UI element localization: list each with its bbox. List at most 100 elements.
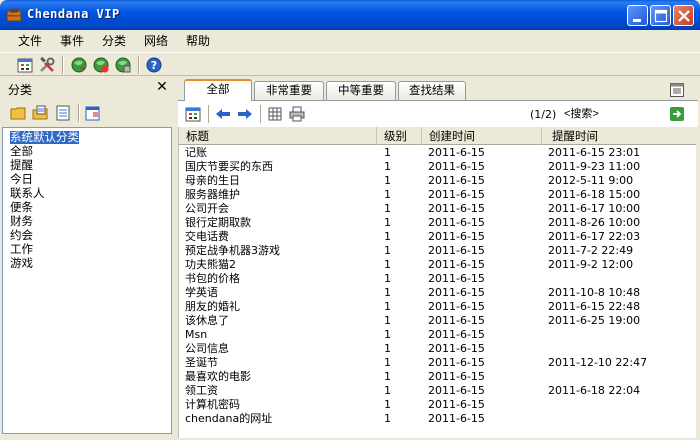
cell-level: 1 [384, 188, 391, 201]
category-item[interactable]: 便条 [10, 201, 33, 214]
table-row[interactable]: 该休息了 1 2011-6-15 2011-6-25 19:00 [179, 314, 696, 328]
cell-created: 2011-6-15 [428, 160, 485, 173]
cell-title: 交电话费 [185, 230, 229, 243]
cell-created: 2011-6-15 [428, 146, 485, 159]
close-icon[interactable]: ✕ [154, 79, 170, 95]
column-header-level[interactable]: 级别 [377, 127, 422, 145]
menu-network[interactable]: 网络 [142, 32, 170, 49]
menu-file[interactable]: 文件 [16, 32, 44, 49]
cell-title: 该休息了 [185, 314, 229, 327]
category-item[interactable]: 约会 [10, 229, 33, 242]
edit-folder-icon[interactable] [32, 104, 50, 122]
cell-remind: 2011-6-17 10:00 [548, 202, 641, 215]
category-list[interactable]: 系统默认分类 全部 提醒 今日 联系人 便条 财务 约会 工作 游戏 [2, 127, 172, 434]
column-header-title[interactable]: 标题 [179, 127, 377, 145]
calendar-icon[interactable] [184, 105, 202, 123]
cell-title: 服务器维护 [185, 188, 240, 201]
table-row[interactable]: Msn 1 2011-6-15 [179, 328, 696, 342]
arrow-left-icon[interactable] [214, 105, 232, 123]
toolbar-separator [260, 105, 262, 123]
tab-all[interactable]: 全部 [184, 79, 252, 101]
category-item[interactable]: 今日 [10, 173, 33, 186]
table-row[interactable]: 记账 1 2011-6-15 2011-6-15 23:01 [179, 146, 696, 160]
panel-layout-icon[interactable] [670, 83, 684, 97]
table-row[interactable]: 预定战争机器3游戏 1 2011-6-15 2011-7-2 22:49 [179, 244, 696, 258]
table-row[interactable]: 服务器维护 1 2011-6-15 2011-6-18 15:00 [179, 188, 696, 202]
cell-title: Msn [185, 328, 208, 341]
globe-icon-2[interactable] [92, 56, 110, 74]
cell-title: 最喜欢的电影 [185, 370, 251, 383]
cell-remind: 2011-6-25 19:00 [548, 314, 641, 327]
table-row[interactable]: 学英语 1 2011-6-15 2011-10-8 10:48 [179, 286, 696, 300]
table-row[interactable]: 国庆节要买的东西 1 2011-6-15 2011-9-23 11:00 [179, 160, 696, 174]
table-row[interactable]: 圣诞节 1 2011-6-15 2011-12-10 22:47 [179, 356, 696, 370]
cell-level: 1 [384, 342, 391, 355]
cell-created: 2011-6-15 [428, 216, 485, 229]
tools-icon[interactable] [38, 56, 56, 74]
cell-level: 1 [384, 398, 391, 411]
arrow-right-icon[interactable] [236, 105, 254, 123]
category-item[interactable]: 提醒 [10, 159, 33, 172]
category-item[interactable]: 联系人 [10, 187, 45, 200]
tab-very-important[interactable]: 非常重要 [254, 81, 324, 100]
table-row[interactable]: 交电话费 1 2011-6-15 2011-6-17 22:03 [179, 230, 696, 244]
toolbar-separator [62, 56, 64, 74]
cell-remind: 2011-6-18 22:04 [548, 384, 641, 397]
category-toolbar [0, 101, 174, 125]
cell-title: 圣诞节 [185, 356, 218, 369]
grid-view-icon[interactable] [266, 105, 284, 123]
column-header-remind[interactable]: 提醒时间 [542, 127, 696, 145]
category-item[interactable]: 游戏 [10, 257, 33, 270]
search-input[interactable] [561, 105, 661, 123]
cell-level: 1 [384, 412, 391, 425]
cell-title: 母亲的生日 [185, 174, 240, 187]
menu-help[interactable]: 帮助 [184, 32, 212, 49]
table-row[interactable]: 母亲的生日 1 2011-6-15 2012-5-11 9:00 [179, 174, 696, 188]
cell-title: 计算机密码 [185, 398, 240, 411]
properties-icon[interactable] [84, 104, 102, 122]
cell-remind: 2011-6-15 22:48 [548, 300, 641, 313]
cell-level: 1 [384, 272, 391, 285]
document-icon[interactable] [54, 104, 72, 122]
title-bar[interactable]: Chendana VIP [0, 0, 700, 30]
table-row[interactable]: 公司信息 1 2011-6-15 [179, 342, 696, 356]
table-row[interactable]: 朋友的婚礼 1 2011-6-15 2011-6-15 22:48 [179, 300, 696, 314]
cell-remind: 2011-6-15 23:01 [548, 146, 641, 159]
menu-event[interactable]: 事件 [58, 32, 86, 49]
calendar-icon[interactable] [16, 56, 34, 74]
globe-icon-3[interactable] [114, 56, 132, 74]
category-item[interactable]: 系统默认分类 [10, 131, 79, 144]
table-row[interactable]: 最喜欢的电影 1 2011-6-15 [179, 370, 696, 384]
maximize-button[interactable] [650, 5, 671, 26]
table-row[interactable]: 功夫熊猫2 1 2011-6-15 2011-9-2 12:00 [179, 258, 696, 272]
page-indicator: (1/2) [530, 108, 557, 121]
column-header-created[interactable]: 创建时间 [422, 127, 542, 145]
menu-category[interactable]: 分类 [100, 32, 128, 49]
table-row[interactable]: chendana的网址 1 2011-6-15 [179, 412, 696, 426]
print-icon[interactable] [288, 105, 306, 123]
minimize-button[interactable] [627, 5, 648, 26]
table-row[interactable]: 书包的价格 1 2011-6-15 [179, 272, 696, 286]
table-row[interactable]: 公司开会 1 2011-6-15 2011-6-17 10:00 [179, 202, 696, 216]
cell-created: 2011-6-15 [428, 300, 485, 313]
table-row[interactable]: 计算机密码 1 2011-6-15 [179, 398, 696, 412]
category-item[interactable]: 全部 [10, 145, 33, 158]
cell-remind: 2011-9-2 12:00 [548, 258, 634, 271]
category-item[interactable]: 财务 [10, 215, 33, 228]
folder-icon[interactable] [10, 104, 28, 122]
help-icon[interactable]: ? [145, 56, 163, 74]
close-button[interactable] [673, 5, 694, 26]
category-item[interactable]: 工作 [10, 243, 33, 256]
cell-title: 学英语 [185, 286, 218, 299]
globe-icon[interactable] [70, 56, 88, 74]
tab-search-results[interactable]: 查找结果 [398, 81, 466, 100]
category-panel: 分类 ✕ 系统默认分类 全部 提醒 今日 联系人 便条 财务 约会 工作 游戏 [0, 77, 174, 436]
cell-title: 领工资 [185, 384, 218, 397]
tab-medium-important[interactable]: 中等重要 [326, 81, 396, 100]
svg-text:?: ? [151, 59, 157, 72]
events-table: 标题 级别 创建时间 提醒时间 记账 1 2011-6-15 2011-6-15 23… [178, 127, 696, 438]
cell-level: 1 [384, 300, 391, 313]
go-arrow-icon[interactable] [670, 107, 684, 121]
table-row[interactable]: 银行定期取款 1 2011-6-15 2011-8-26 10:00 [179, 216, 696, 230]
table-row[interactable]: 领工资 1 2011-6-15 2011-6-18 22:04 [179, 384, 696, 398]
